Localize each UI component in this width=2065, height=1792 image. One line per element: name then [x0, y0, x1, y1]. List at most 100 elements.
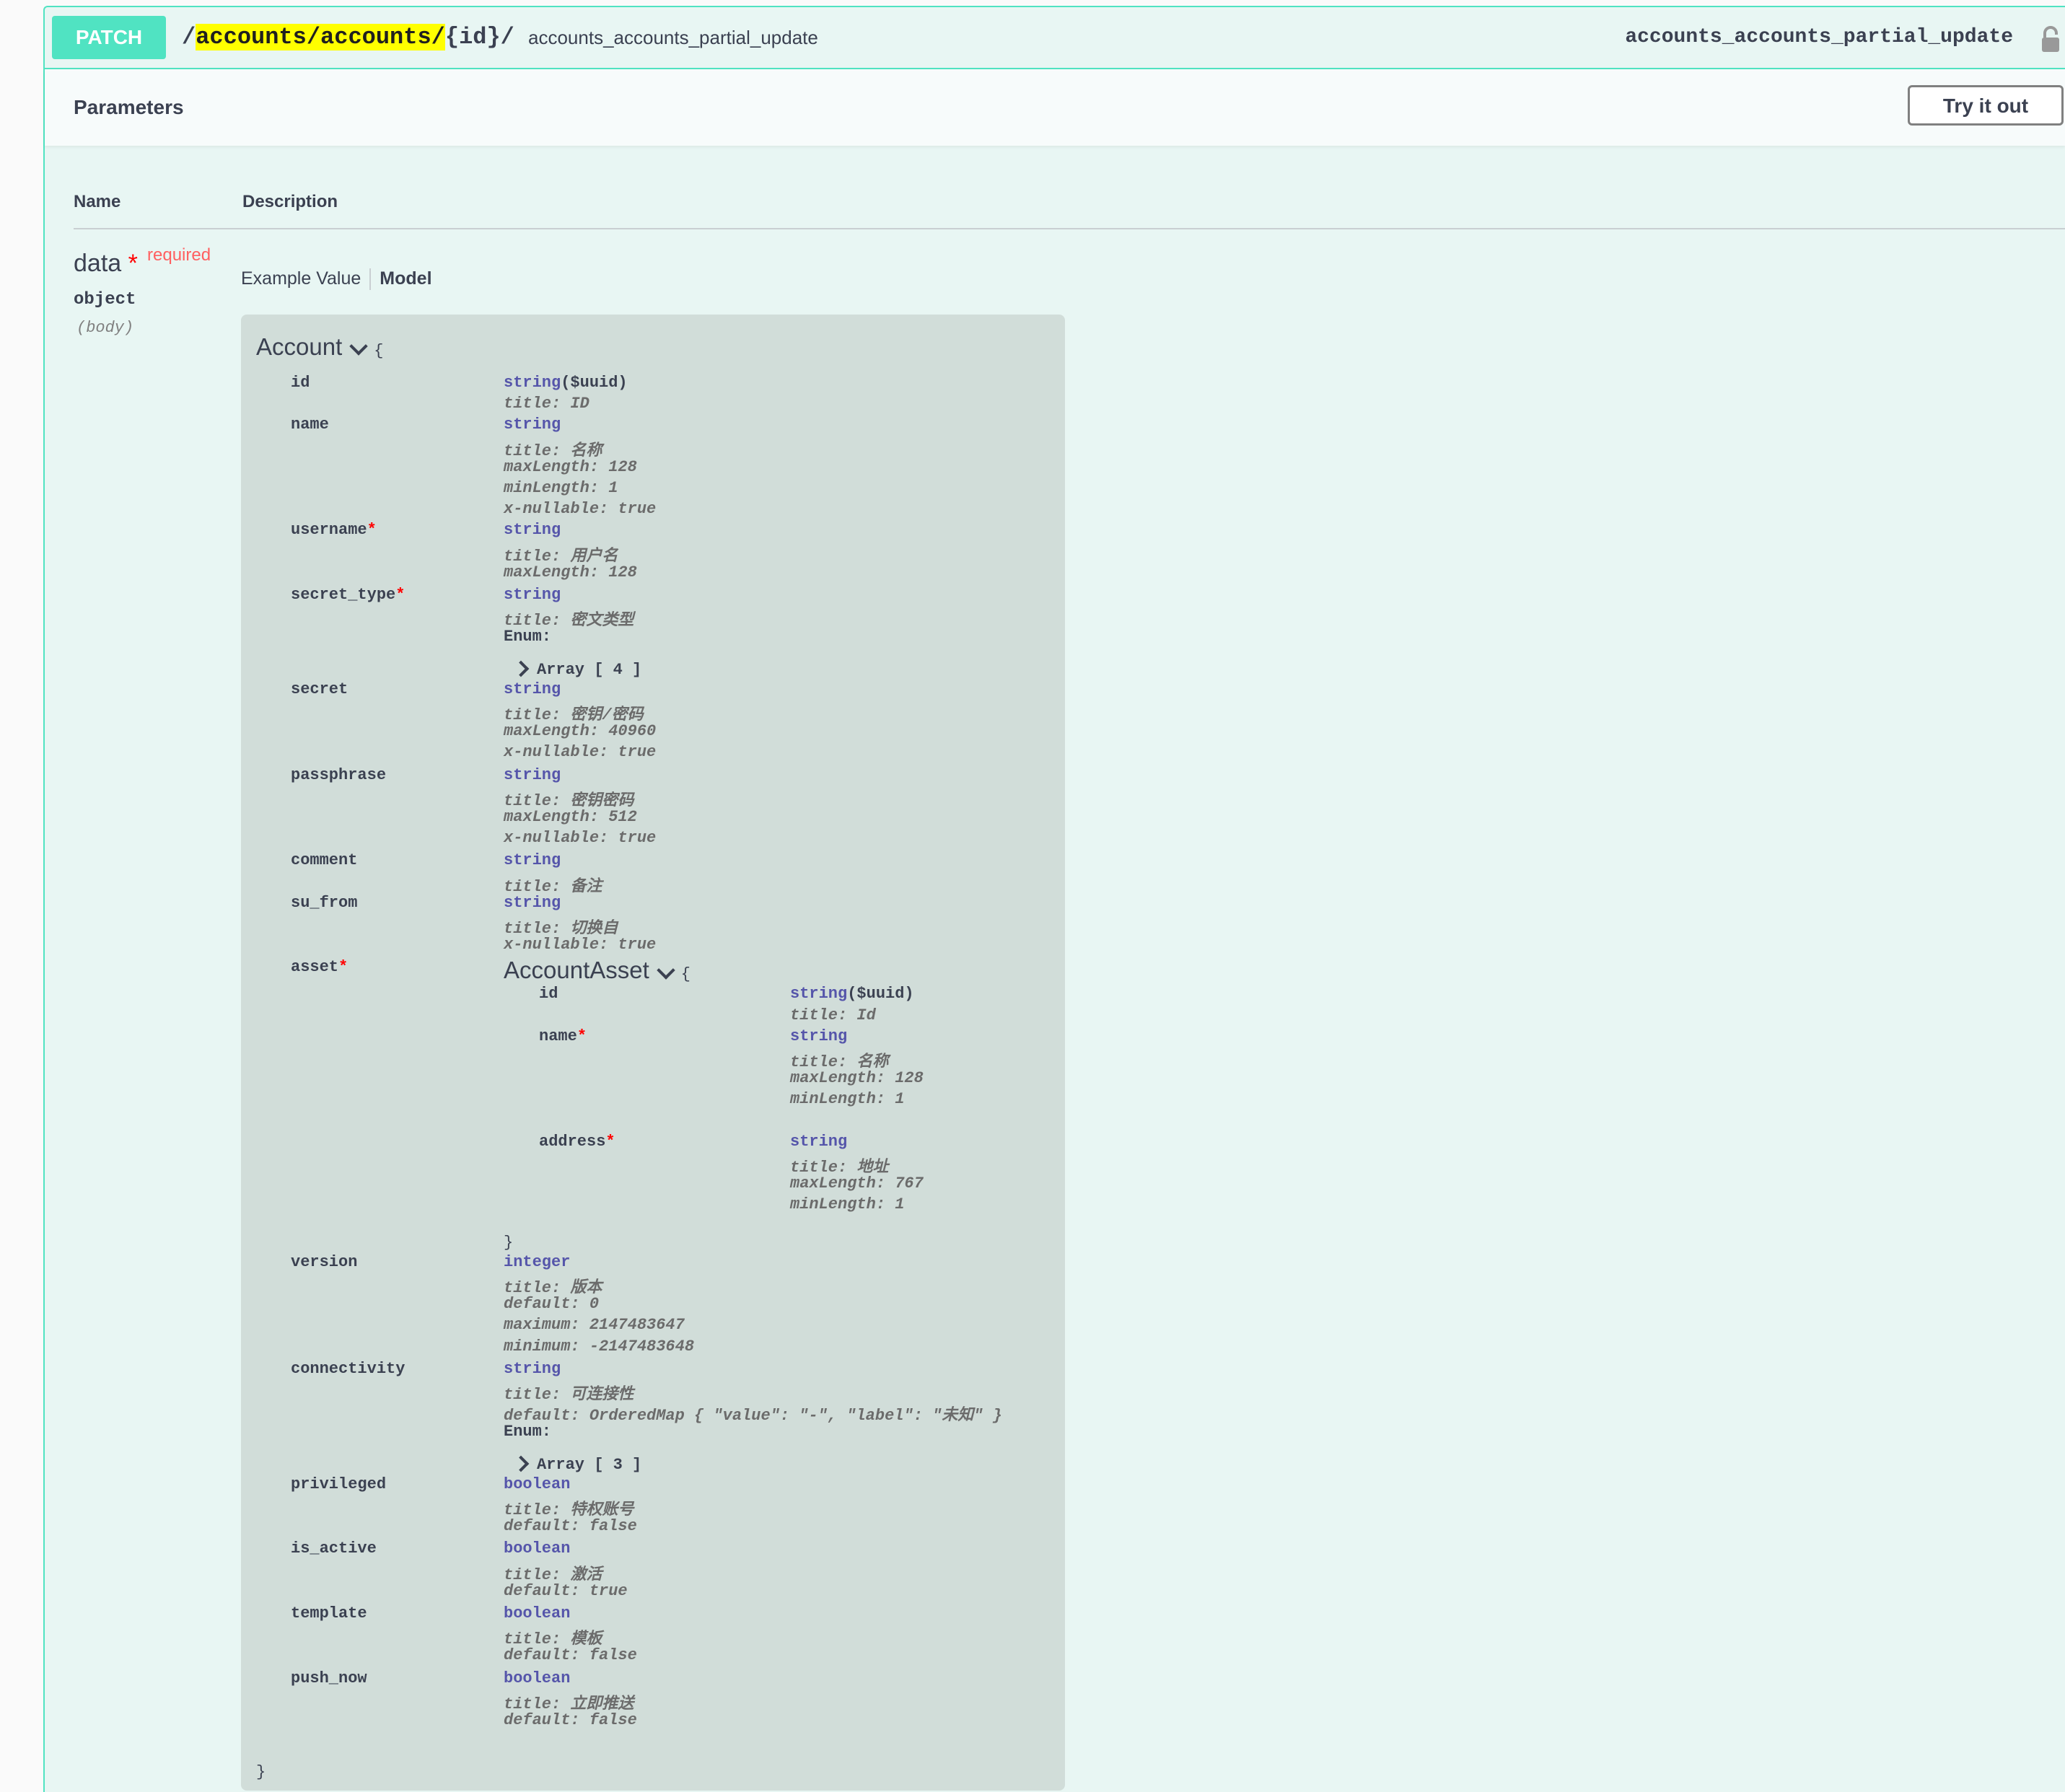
try-it-out-button[interactable]: Try it out — [1908, 85, 2064, 126]
field-property: title: 激活 — [504, 1565, 602, 1584]
method-badge: PATCH — [52, 16, 166, 59]
field-type: boolean — [504, 1540, 570, 1558]
field-key-text: comment — [291, 851, 358, 870]
field-property: x-nullable: true — [504, 829, 657, 848]
field-type-text: string — [790, 985, 848, 1003]
tab-model[interactable]: Model — [380, 268, 431, 289]
field-property: title: Id — [790, 1006, 876, 1024]
field-type-text: string — [504, 521, 561, 540]
field-property: maxLength: 40960 — [504, 722, 657, 741]
chevron-down-icon[interactable] — [657, 960, 675, 980]
path-highlight: accounts/accounts/ — [196, 24, 445, 50]
field-property: minimum: -2147483648 — [504, 1337, 695, 1356]
field-key-passphrase: passphrase — [291, 766, 386, 784]
model-close-brace: } — [256, 1763, 266, 1781]
field-property: default: 0 — [504, 1295, 600, 1314]
field-type-text: boolean — [504, 1604, 571, 1622]
field-key-su_from: su_from — [291, 894, 357, 912]
parameter-type: object — [74, 290, 136, 309]
field-type-text: boolean — [504, 1669, 571, 1687]
field-key-username: username* — [291, 521, 377, 539]
field-type-text: string — [504, 416, 561, 434]
field-property: title: 立即推送 — [504, 1695, 634, 1713]
field-type-text: string — [504, 374, 561, 392]
field-property: title: 特权账号 — [504, 1501, 634, 1519]
nested-field-key-address: address* — [539, 1133, 615, 1151]
enum-array-toggle[interactable]: Array [ 4 ] — [511, 660, 641, 679]
required-star: * — [367, 521, 377, 540]
required-star: * — [338, 958, 348, 977]
field-type: string($uuid) — [504, 374, 628, 392]
enum-array-toggle[interactable]: Array [ 3 ] — [511, 1455, 642, 1474]
field-property: title: ID — [504, 395, 589, 413]
required-star: * — [395, 586, 405, 604]
field-type-text: string — [504, 1359, 561, 1378]
lock-icon[interactable] — [2036, 25, 2065, 53]
field-type: string($uuid) — [790, 985, 914, 1003]
required-star: * — [128, 250, 138, 277]
field-key-text: address — [539, 1132, 606, 1151]
field-property: title: 用户名 — [504, 547, 618, 566]
tab-divider — [369, 268, 372, 291]
field-key-comment: comment — [291, 851, 357, 869]
chevron-down-icon[interactable] — [349, 337, 368, 356]
field-key-secret_type: secret_type* — [291, 586, 405, 604]
open-brace: { — [680, 965, 690, 984]
required-star: * — [576, 1027, 587, 1045]
field-property: default: false — [504, 1711, 637, 1729]
model-header-accountasset[interactable]: AccountAsset { — [504, 957, 690, 984]
required-label: required — [147, 245, 211, 265]
field-key-template: template — [291, 1604, 367, 1622]
field-type-text: string — [504, 680, 561, 698]
field-property: x-nullable: true — [504, 743, 657, 762]
field-key-push_now: push_now — [291, 1669, 367, 1687]
field-key-text: secret — [291, 680, 348, 698]
field-type: integer — [504, 1253, 570, 1271]
field-type-text: string — [504, 765, 561, 784]
field-property: title: 名称 — [790, 1053, 889, 1071]
parameters-title: Parameters — [74, 96, 184, 118]
field-property: x-nullable: true — [504, 500, 657, 519]
field-key-text: asset — [291, 958, 339, 977]
operation-id: accounts_accounts_partial_update — [1625, 26, 2013, 48]
field-property: title: 版本 — [504, 1279, 602, 1297]
header-divider — [74, 228, 2065, 229]
field-property: maxLength: 128 — [790, 1069, 924, 1088]
field-property: default: false — [504, 1646, 637, 1665]
field-type: string — [790, 1027, 847, 1045]
column-header-name: Name — [74, 192, 121, 211]
enum-array-text: Array [ 3 ] — [537, 1455, 642, 1474]
field-key-text: is_active — [291, 1540, 377, 1558]
field-type: boolean — [504, 1669, 570, 1687]
field-property: title: 名称 — [504, 442, 602, 460]
field-type-text: boolean — [504, 1540, 571, 1558]
model-header-account[interactable]: Account { — [256, 333, 383, 361]
field-type: string — [504, 766, 561, 784]
field-property: title: 备注 — [504, 877, 602, 896]
operation-block: PATCH /accounts/accounts/{id}/ accounts_… — [43, 6, 2065, 1792]
field-key-id: id — [291, 374, 310, 392]
open-brace: { — [374, 342, 384, 360]
field-key-asset: asset* — [291, 958, 348, 976]
nested-field-key-name: name* — [539, 1027, 587, 1045]
chevron-right-icon[interactable] — [512, 1455, 530, 1472]
field-property: minLength: 1 — [790, 1090, 905, 1109]
field-key-text: name — [539, 1027, 577, 1045]
parameters-header: Parameters Try it out — [45, 69, 2065, 146]
field-key-version: version — [291, 1253, 357, 1271]
field-key-text: connectivity — [291, 1359, 405, 1378]
operation-description: accounts_accounts_partial_update — [528, 27, 818, 48]
chevron-right-icon[interactable] — [512, 660, 530, 677]
field-type-text: string — [504, 851, 561, 870]
operation-summary[interactable]: PATCH /accounts/accounts/{id}/ accounts_… — [45, 7, 2065, 69]
field-type: boolean — [504, 1475, 570, 1493]
field-key-text: version — [291, 1252, 358, 1271]
field-type-text: string — [790, 1132, 848, 1151]
field-key-text: privileged — [291, 1475, 387, 1493]
parameter-name: data * — [74, 250, 138, 278]
field-key-text: su_from — [291, 893, 358, 912]
field-type: string — [504, 680, 561, 698]
tab-example-value[interactable]: Example Value — [241, 268, 361, 289]
field-property: maxLength: 128 — [504, 563, 637, 581]
required-star: * — [605, 1132, 615, 1151]
